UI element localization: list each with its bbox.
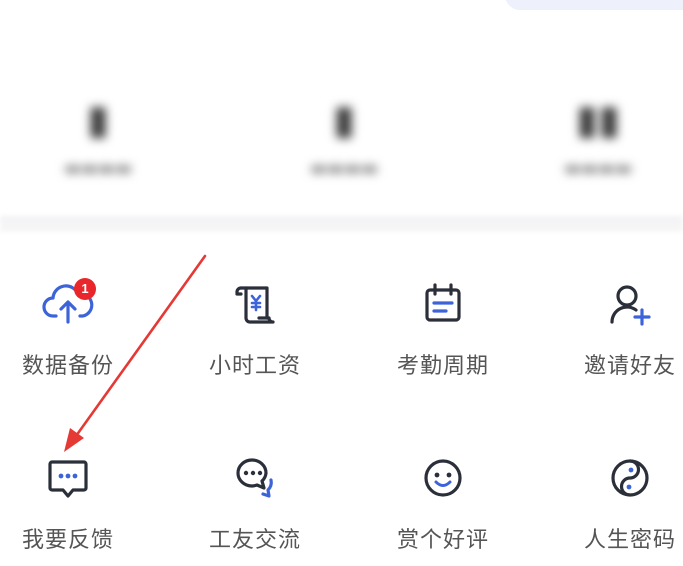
tile-worker-chat[interactable]: 工友交流	[175, 450, 335, 566]
tile-label: 数据备份	[21, 354, 114, 379]
cloud-upload-icon: 1	[40, 276, 96, 332]
tile-label: 人生密码	[583, 528, 676, 553]
tile-feedback[interactable]: 我要反馈	[0, 450, 148, 566]
tools-page: ▮ ▬▬▬▬ ▮ ▬▬▬▬ ▮▮ ▬▬▬▬ 1 数据备份 小时工资 考勤周期 邀…	[0, 0, 683, 566]
scroll-yen-icon	[227, 276, 283, 332]
tile-label: 工友交流	[208, 528, 301, 553]
calendar-icon	[415, 276, 471, 332]
stat-item: ▮▮ ▬▬▬▬	[563, 97, 633, 179]
yin-yang-icon	[602, 450, 658, 506]
tile-label: 赏个好评	[396, 528, 489, 553]
tile-label: 小时工资	[208, 354, 301, 379]
add-user-icon	[602, 276, 658, 332]
tile-data-backup[interactable]: 1 数据备份	[0, 276, 148, 406]
stat-item: ▮ ▬▬▬▬	[309, 97, 379, 179]
smile-icon	[415, 450, 471, 506]
tile-hourly-wage[interactable]: 小时工资	[175, 276, 335, 406]
tile-invite-friends[interactable]: 邀请好友	[550, 276, 683, 406]
stats-panel-blurred: ▮ ▬▬▬▬ ▮ ▬▬▬▬ ▮▮ ▬▬▬▬	[0, 70, 683, 220]
tile-label: 我要反馈	[21, 528, 114, 553]
stat-item: ▮ ▬▬▬▬	[63, 97, 133, 179]
tile-rate-app[interactable]: 赏个好评	[363, 450, 523, 566]
tile-label: 考勤周期	[396, 354, 489, 379]
top-pill-button[interactable]	[505, 0, 683, 10]
tile-label: 邀请好友	[583, 354, 676, 379]
chat-bubbles-icon	[227, 450, 283, 506]
tool-grid: 1 数据备份 小时工资 考勤周期 邀请好友 我要反馈 工友交流 赏个好评 人生密…	[0, 262, 683, 562]
tile-life-code[interactable]: 人生密码	[550, 450, 683, 566]
chat-feedback-icon	[40, 450, 96, 506]
notification-badge: 1	[74, 278, 96, 300]
section-divider	[0, 216, 683, 232]
tile-attendance-cycle[interactable]: 考勤周期	[363, 276, 523, 406]
